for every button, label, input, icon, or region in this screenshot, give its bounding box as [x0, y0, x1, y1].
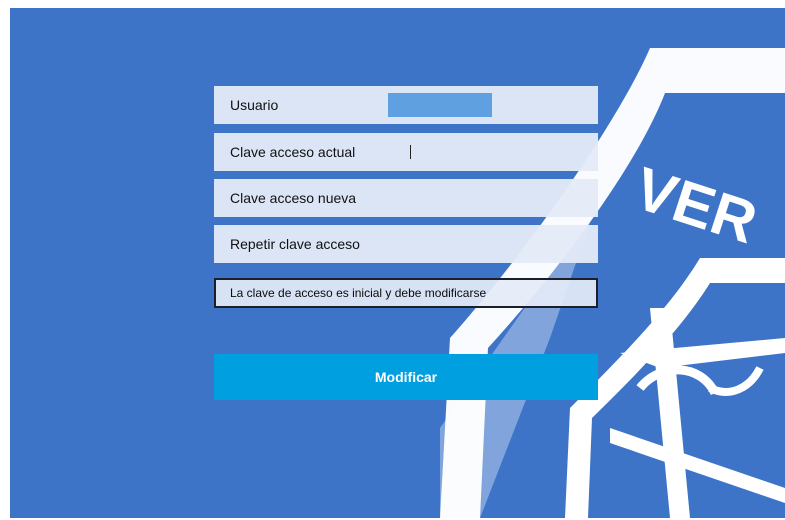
new-password-label: Clave acceso nueva: [230, 190, 357, 206]
repeat-password-label: Repetir clave acceso: [230, 236, 360, 252]
current-password-field[interactable]: Clave acceso actual: [214, 133, 598, 171]
login-background: VER LBE Usuario Clave acceso actual Clav…: [10, 8, 785, 518]
new-password-field[interactable]: Clave acceso nueva: [214, 179, 598, 217]
info-message-text: La clave de acceso es inicial y debe mod…: [230, 286, 487, 300]
current-password-label: Clave acceso actual: [230, 144, 356, 160]
user-field[interactable]: Usuario: [214, 86, 598, 124]
text-caret: [410, 145, 411, 159]
new-password-input[interactable]: [388, 186, 492, 210]
modify-button[interactable]: Modificar: [214, 354, 598, 400]
repeat-password-field[interactable]: Repetir clave acceso: [214, 225, 598, 263]
info-message-box: La clave de acceso es inicial y debe mod…: [214, 278, 598, 308]
current-password-input[interactable]: [388, 140, 492, 164]
repeat-password-input[interactable]: [388, 232, 492, 256]
university-crest-icon: VER LBE: [440, 48, 785, 518]
user-label: Usuario: [230, 97, 279, 113]
user-input[interactable]: [388, 93, 492, 117]
